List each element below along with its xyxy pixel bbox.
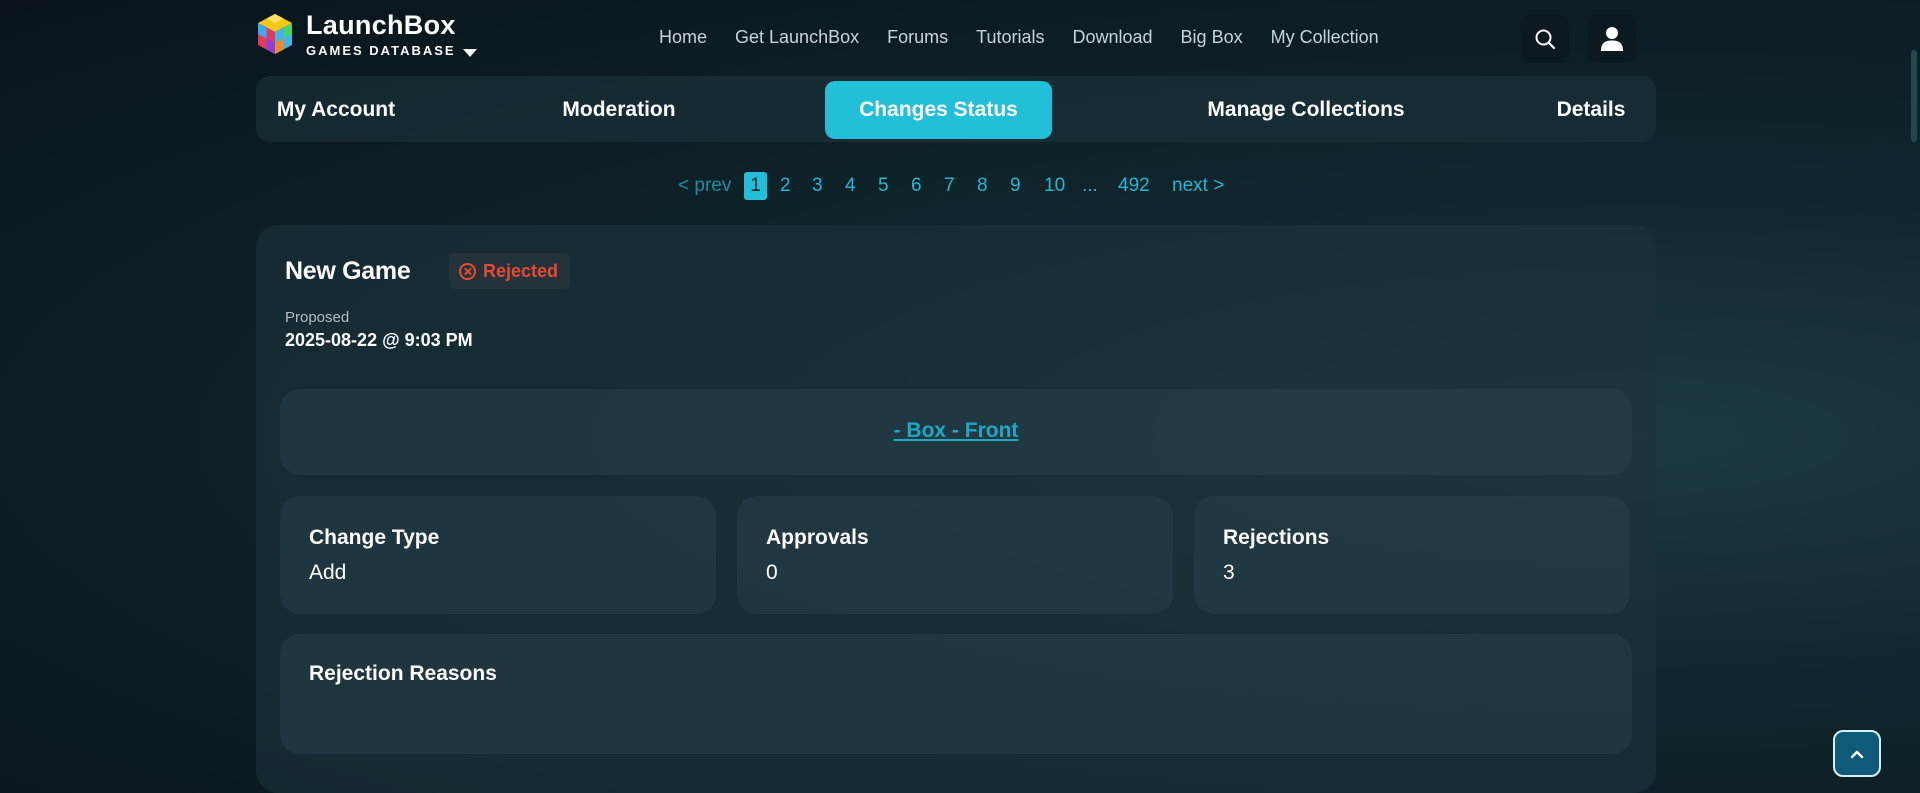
- pager-page-6[interactable]: 6: [911, 172, 922, 200]
- pager-page-1[interactable]: 1: [744, 172, 767, 200]
- approvals-panel: Approvals 0: [737, 496, 1173, 614]
- pagination: < prev 1 2 3 4 5 6 7 8 9 10 ... 492 next…: [0, 172, 1920, 202]
- pager-page-last[interactable]: 492: [1118, 172, 1150, 200]
- pager-page-9[interactable]: 9: [1010, 172, 1021, 200]
- search-button[interactable]: [1521, 15, 1569, 63]
- approvals-value: 0: [766, 561, 778, 584]
- box-front-image-link[interactable]: - Box - Front: [280, 419, 1632, 443]
- change-title: New Game: [285, 257, 411, 285]
- pager-page-5[interactable]: 5: [878, 172, 889, 200]
- brand-subtitle[interactable]: GAMES DATABASE: [306, 43, 477, 58]
- rejections-label: Rejections: [1223, 526, 1330, 549]
- nav-forums[interactable]: Forums: [887, 27, 948, 48]
- nav-tutorials[interactable]: Tutorials: [976, 27, 1044, 48]
- pager-page-4[interactable]: 4: [845, 172, 856, 200]
- tab-moderation[interactable]: Moderation: [560, 81, 678, 139]
- change-type-panel: Change Type Add: [280, 496, 716, 614]
- scroll-to-top-button[interactable]: [1833, 730, 1881, 777]
- brand-logo[interactable]: LaunchBox GAMES DATABASE: [256, 10, 477, 58]
- rejections-value: 3: [1223, 561, 1235, 584]
- rejections-panel: Rejections 3: [1194, 496, 1630, 614]
- tab-manage-collections[interactable]: Manage Collections: [1191, 81, 1421, 139]
- change-type-value: Add: [309, 561, 347, 584]
- pager-next[interactable]: next >: [1172, 172, 1224, 200]
- user-icon: [1601, 27, 1623, 51]
- proposed-date: 2025-08-22 @ 9:03 PM: [285, 330, 473, 350]
- approvals-label: Approvals: [766, 526, 869, 549]
- tab-details[interactable]: Details: [1541, 81, 1641, 139]
- nav-download[interactable]: Download: [1072, 27, 1152, 48]
- pager-page-2[interactable]: 2: [780, 172, 791, 200]
- nav-get-launchbox[interactable]: Get LaunchBox: [735, 27, 859, 48]
- pager-page-10[interactable]: 10: [1044, 172, 1065, 200]
- account-tabs: My Account Moderation Changes Status Man…: [256, 76, 1656, 142]
- nav-big-box[interactable]: Big Box: [1181, 27, 1243, 48]
- top-bar: LaunchBox GAMES DATABASE Home Get Launch…: [0, 0, 1920, 78]
- rejection-reasons-panel: Rejection Reasons: [280, 634, 1632, 754]
- change-card: New Game Rejected Proposed 2025-08-22 @ …: [256, 225, 1656, 793]
- pager-page-3[interactable]: 3: [812, 172, 823, 200]
- nav-my-collection[interactable]: My Collection: [1271, 27, 1379, 48]
- tab-my-account[interactable]: My Account: [271, 81, 401, 139]
- caret-down-icon: [462, 48, 477, 57]
- tab-changes-status[interactable]: Changes Status: [825, 81, 1052, 139]
- brand-subtitle-text: GAMES DATABASE: [306, 43, 456, 58]
- proposed-label: Proposed: [285, 309, 350, 326]
- user-account-button[interactable]: [1588, 15, 1636, 63]
- pager-prev[interactable]: < prev: [678, 172, 731, 200]
- pager-ellipsis: ...: [1082, 175, 1098, 196]
- change-type-label: Change Type: [309, 526, 440, 549]
- chevron-up-icon: [1850, 750, 1864, 758]
- pager-page-8[interactable]: 8: [977, 172, 988, 200]
- search-icon: [1535, 29, 1556, 50]
- page-scrollbar[interactable]: [1911, 50, 1917, 142]
- cube-logo-icon: [258, 14, 292, 54]
- box-front-image-panel: - Box - Front: [280, 389, 1632, 475]
- rejection-reasons-label: Rejection Reasons: [309, 662, 497, 685]
- main-nav: Home Get LaunchBox Forums Tutorials Down…: [659, 27, 1407, 48]
- status-badge-text: Rejected: [483, 260, 559, 281]
- status-badge: Rejected: [449, 253, 571, 289]
- reject-x-icon: [459, 262, 476, 280]
- pager-page-7[interactable]: 7: [944, 172, 955, 200]
- nav-home[interactable]: Home: [659, 27, 707, 48]
- brand-title: LaunchBox: [306, 10, 456, 40]
